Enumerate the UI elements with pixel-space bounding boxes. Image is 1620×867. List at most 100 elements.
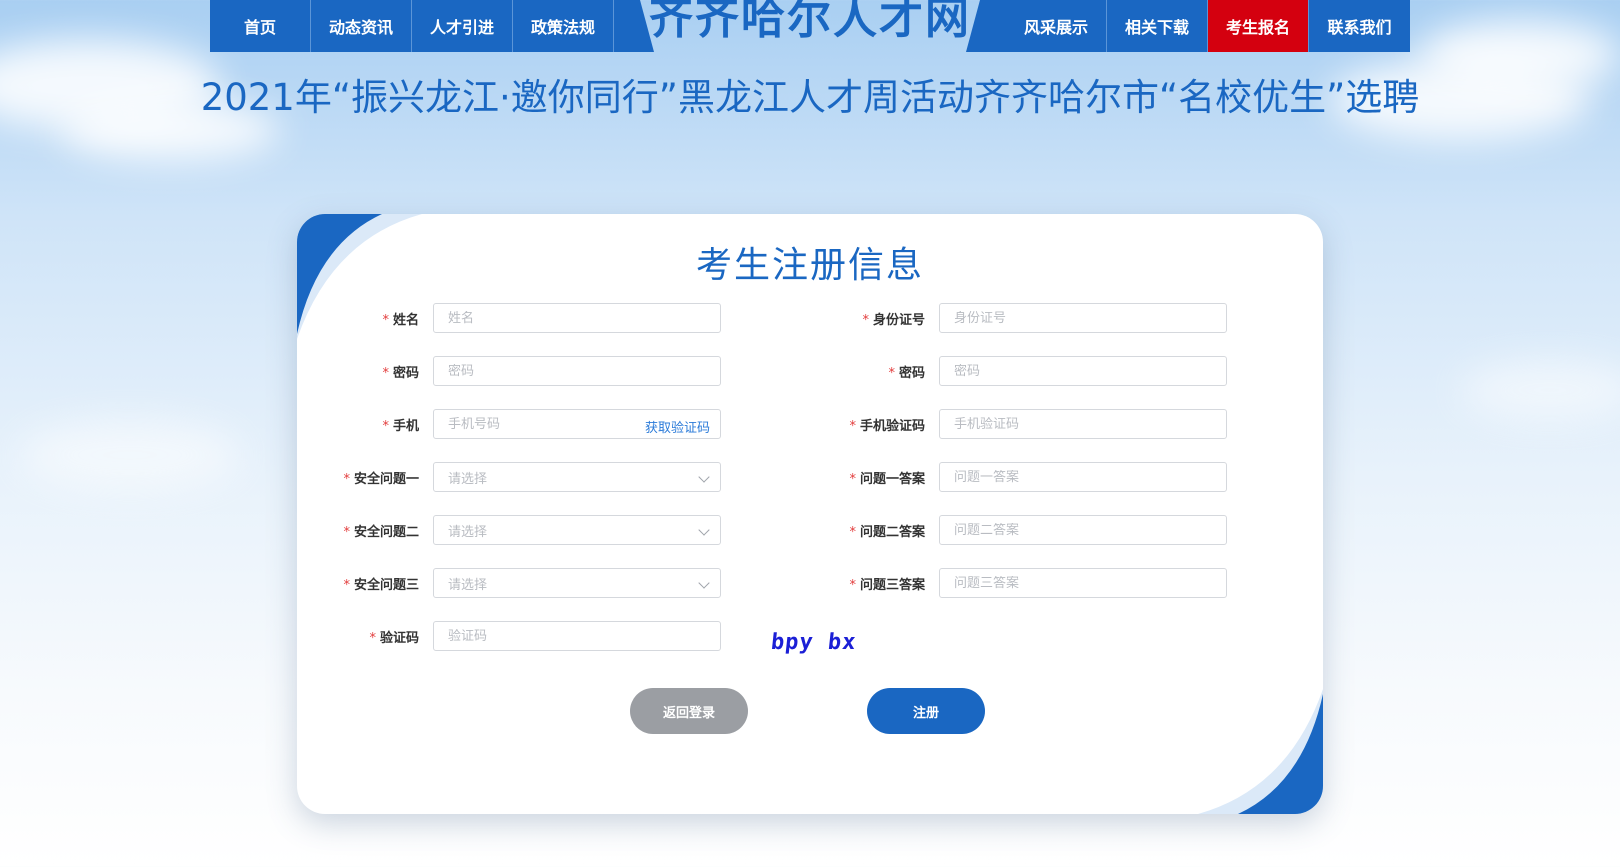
form-row-id-number: * 身份证号	[839, 303, 1227, 333]
form-row-confirm-password: * 密码	[839, 356, 1227, 386]
field-label-text: 密码	[898, 365, 925, 381]
field-label-text: 问题三答案	[859, 577, 925, 593]
field-label: * 问题二答案	[839, 521, 939, 540]
required-mark: *	[343, 577, 350, 593]
answer-3-input[interactable]	[954, 575, 1212, 591]
field-label: * 安全问题二	[333, 521, 433, 540]
field-label: * 手机验证码	[839, 415, 939, 434]
field-label-text: 安全问题二	[353, 524, 419, 540]
nav-slant-decoration	[614, 0, 654, 52]
nav-item-showcase[interactable]: 风采展示	[1006, 0, 1107, 52]
required-mark: *	[849, 418, 856, 434]
corner-decoration-bottom-right	[1198, 689, 1323, 814]
cloud-decoration	[1460, 360, 1620, 420]
id-number-field	[939, 303, 1227, 333]
select-placeholder: 请选择	[448, 471, 488, 487]
nav-item-contact[interactable]: 联系我们	[1309, 0, 1410, 52]
nav-item-home[interactable]: 首页	[210, 0, 311, 52]
required-mark: *	[849, 471, 856, 487]
answer-1-field	[939, 462, 1227, 492]
field-label: * 身份证号	[839, 309, 939, 328]
nav-slant-decoration	[966, 0, 1006, 52]
form-row-phone: *手机 获取验证码	[333, 409, 721, 439]
chevron-down-icon	[698, 471, 710, 483]
form-row-answer-1: * 问题一答案	[839, 462, 1227, 492]
top-navigation: 齐齐哈尔人才网 首页 动态资讯 人才引进 政策法规 风采展示 相关下载 考生报名…	[210, 0, 1410, 52]
required-mark: *	[862, 312, 869, 328]
registration-card: 考生注册信息 *姓名 *密码 *手机 获取验证码 *安全问题一 请选择 *安全问…	[297, 214, 1323, 814]
required-mark: *	[849, 577, 856, 593]
sms-code-field	[939, 409, 1227, 439]
field-label-text: 问题二答案	[859, 524, 925, 540]
nav-item-talent[interactable]: 人才引进	[412, 0, 513, 52]
required-mark: *	[343, 471, 350, 487]
field-label: * 问题一答案	[839, 468, 939, 487]
field-label-text: 验证码	[379, 630, 419, 646]
cloud-decoration	[1420, 20, 1620, 90]
password-input[interactable]	[448, 363, 706, 379]
captcha-field	[433, 621, 721, 651]
field-label-text: 身份证号	[872, 312, 925, 328]
form-row-security-question-3: * 安全问题三 请选择	[333, 568, 721, 598]
sms-code-input[interactable]	[954, 416, 1212, 432]
field-label-text: 姓名	[392, 312, 419, 328]
nav-item-registration[interactable]: 考生报名	[1208, 0, 1309, 52]
field-label: * 安全问题一	[333, 468, 433, 487]
answer-3-field	[939, 568, 1227, 598]
form-row-security-question-2: * 安全问题二 请选择	[333, 515, 721, 545]
phone-input[interactable]	[448, 416, 618, 432]
field-label: * 手机	[333, 415, 433, 434]
nav-left-group: 首页 动态资讯 人才引进 政策法规	[210, 0, 654, 52]
captcha-input[interactable]	[448, 628, 706, 644]
answer-1-input[interactable]	[954, 469, 1212, 485]
field-label: * 问题三答案	[839, 574, 939, 593]
confirm-password-field	[939, 356, 1227, 386]
field-label-text: 手机	[392, 418, 419, 434]
captcha-image[interactable]: bpy bx	[770, 630, 858, 655]
form-row-security-question-1: * 安全问题一 请选择	[333, 462, 721, 492]
required-mark: *	[382, 312, 389, 328]
field-label-text: 密码	[392, 365, 419, 381]
register-button[interactable]: 注册	[867, 688, 985, 734]
form-row-answer-3: * 问题三答案	[839, 568, 1227, 598]
confirm-password-input[interactable]	[954, 363, 1212, 379]
form-title: 考生注册信息	[695, 245, 924, 286]
security-question-1-select[interactable]: 请选择	[433, 462, 721, 492]
required-mark: *	[369, 630, 376, 646]
field-label-text: 问题一答案	[859, 471, 925, 487]
get-verification-code-link[interactable]: 获取验证码	[645, 417, 710, 436]
field-label: * 验证码	[333, 627, 433, 646]
required-mark: *	[382, 418, 389, 434]
form-row-captcha: * 验证码	[333, 621, 721, 651]
select-placeholder: 请选择	[448, 577, 488, 593]
answer-2-input[interactable]	[954, 522, 1212, 538]
field-label: * 姓名	[333, 309, 433, 328]
name-field	[433, 303, 721, 333]
cloud-decoration	[20, 420, 240, 490]
nav-item-news[interactable]: 动态资讯	[311, 0, 412, 52]
answer-2-field	[939, 515, 1227, 545]
event-title: 2021年“振兴龙江·邀你同行”黑龙江人才周活动齐齐哈尔市“名校优生”选聘	[200, 76, 1420, 119]
chevron-down-icon	[698, 577, 710, 589]
name-input[interactable]	[448, 310, 706, 326]
required-mark: *	[343, 524, 350, 540]
field-label: * 密码	[333, 362, 433, 381]
select-placeholder: 请选择	[448, 524, 488, 540]
form-row-name: * 姓名	[333, 303, 721, 333]
phone-field: 获取验证码	[433, 409, 721, 439]
required-mark: *	[849, 524, 856, 540]
chevron-down-icon	[698, 524, 710, 536]
form-row-answer-2: * 问题二答案	[839, 515, 1227, 545]
form-row-password: * 密码	[333, 356, 721, 386]
field-label: * 密码	[839, 362, 939, 381]
field-label-text: 安全问题一	[353, 471, 419, 487]
field-label-text: 手机验证码	[859, 418, 925, 434]
field-label: * 安全问题三	[333, 574, 433, 593]
required-mark: *	[382, 365, 389, 381]
nav-item-downloads[interactable]: 相关下载	[1107, 0, 1208, 52]
nav-item-policy[interactable]: 政策法规	[513, 0, 614, 52]
security-question-2-select[interactable]: 请选择	[433, 515, 721, 545]
security-question-3-select[interactable]: 请选择	[433, 568, 721, 598]
id-number-input[interactable]	[954, 310, 1212, 326]
back-to-login-button[interactable]: 返回登录	[630, 688, 748, 734]
